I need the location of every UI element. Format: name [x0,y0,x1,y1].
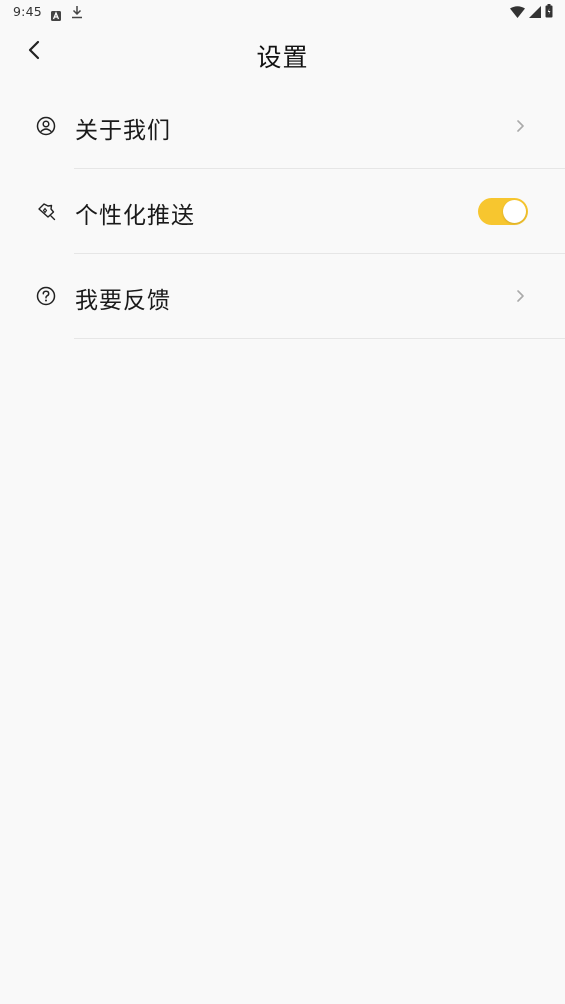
menu-item-feedback[interactable]: 我要反馈 [0,254,565,339]
menu-item-label: 关于我们 [75,118,171,144]
personalized-push-toggle[interactable] [478,198,528,225]
question-circle-icon [36,286,56,306]
download-icon [71,4,83,19]
status-bar: 9:45 [0,0,565,24]
toggle-knob [503,200,526,223]
signal-icon [529,3,541,22]
page-title: 设置 [256,43,309,72]
divider [74,338,565,339]
chevron-right-icon [514,288,526,304]
a-icon [51,6,61,21]
chevron-right-icon [514,118,526,134]
wifi-icon [510,3,525,22]
battery-icon [545,3,553,22]
menu-item-about-us[interactable]: 关于我们 [0,84,565,169]
menu-item-label: 我要反馈 [75,288,171,314]
status-time: 9:45 [13,4,42,19]
status-icons [510,3,553,22]
settings-menu: 关于我们 个性化推送 我要反馈 [0,84,565,339]
user-circle-icon [36,116,56,136]
sparkle-badge-icon [36,201,56,221]
header: 设置 [0,24,565,82]
menu-item-personalized-push[interactable]: 个性化推送 [0,169,565,254]
menu-item-label: 个性化推送 [75,203,195,229]
